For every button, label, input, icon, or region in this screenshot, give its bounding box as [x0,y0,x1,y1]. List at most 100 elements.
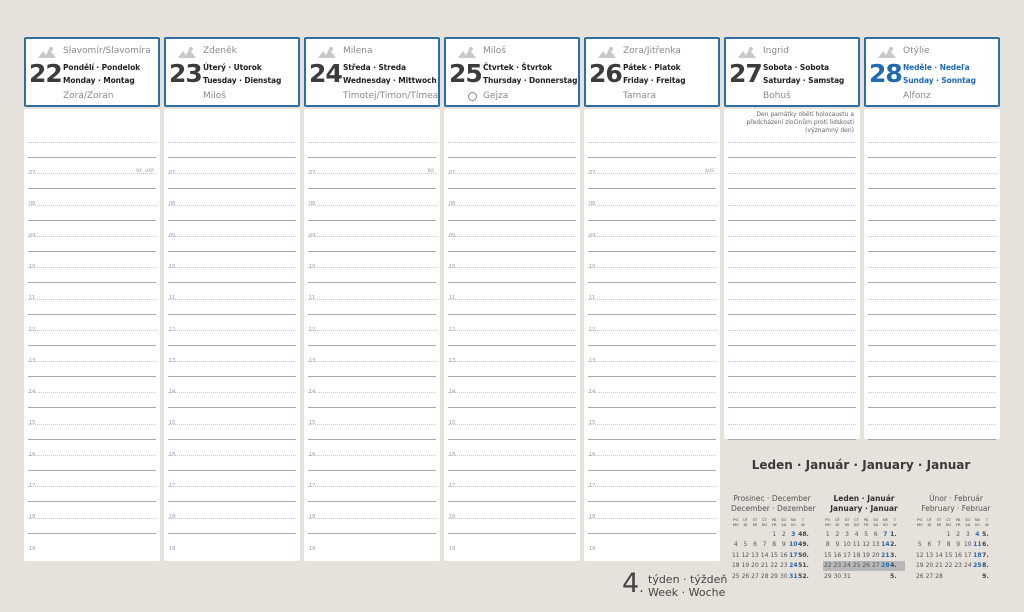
weekday-en-de: Friday · Freitag [623,76,686,85]
half-hour-line [308,361,436,362]
half-hour-line [308,299,436,300]
half-hour-line [728,424,856,425]
date-cell: 22 [770,562,778,570]
hour-line [308,439,436,440]
weekday-heads: PO MO ÚT DI ST MI ČT DO PÁ FR SO SA NE SO T W [823,518,905,529]
day-notes-area[interactable] [864,109,1000,440]
date-cell: 9 [781,541,786,549]
calendar-week: 22 23 24 25 26 27 28 4. [823,560,905,571]
hour-line [728,345,856,346]
hour-line [588,501,716,502]
day-notes-area[interactable]: 07 08 09 10 11 12 13 14 15 16 17 18 19 AUS [584,109,720,561]
week-number-cell: 6. [982,541,989,549]
weekday-head-top: NE [790,518,796,522]
date-cell: 28 [760,572,769,580]
date-cell: 6 [873,530,878,538]
weekday-head-top: ÚT [926,518,932,522]
hour-line [588,157,716,158]
date-cell: 9 [956,541,961,549]
date-cell: 20 [751,562,759,570]
day-notes-area[interactable]: 07 08 09 10 11 12 13 14 15 16 17 18 19 NF, UKP [24,109,160,561]
half-hour-line [308,173,436,174]
date-cell: 19 [862,551,870,559]
half-hour-line [28,392,156,393]
weekday-head: NE SO [789,518,799,529]
weekday-head-top: T [893,518,897,522]
hour-label: 11 [169,295,176,301]
week-label: týden · týždeň Week · Woche [648,573,727,599]
weekday-head-top: PÁ [863,518,869,522]
hour-line [168,282,296,283]
half-hour-line [868,267,996,268]
date-cell: 13 [751,551,759,559]
weekday-head: ST MI [750,518,760,529]
name-day-sk: Miloš [203,91,226,101]
hour-line [588,407,716,408]
hour-line [728,407,856,408]
half-hour-line [28,267,156,268]
weekday-head: PÁ FR [861,518,871,529]
hour-line [448,314,576,315]
half-hour-line [28,299,156,300]
weekday-head: PÁ FR [769,518,779,529]
date-cell: 7 [883,530,888,538]
half-hour-line [448,455,576,456]
half-hour-line [28,518,156,519]
half-hour-line [588,518,716,519]
date-cell: 11 [852,541,861,549]
date-cell: 29 [770,572,778,580]
date-cell: 11 [973,541,982,549]
hour-line [168,376,296,377]
weekday-head-bottom: MO [732,522,739,527]
half-hour-line [588,392,716,393]
half-hour-line [308,486,436,487]
weekday-head-top: SO [873,518,879,522]
date-cell: 10 [843,541,851,549]
name-day-cz: Milena [343,46,373,56]
weekday-en-de: Sunday · Sonntag [903,76,976,85]
hour-line [868,251,996,252]
weekday-head: ÚT DI [833,518,843,529]
name-day-sk: Tamara [623,91,657,101]
hour-line [588,470,716,471]
half-hour-line [868,424,996,425]
hour-line [308,220,436,221]
day-notes-area[interactable]: Den památky obětí holocaustu a předcháze… [724,109,860,440]
day-header: 24 Milena Středa · Streda Wednesday · Mittw… [304,37,440,107]
day-notes-area[interactable]: 07 08 09 10 11 12 13 14 15 16 17 18 19 [164,109,300,561]
half-hour-line [868,173,996,174]
date-cell: 31 [789,572,798,580]
half-hour-line [168,330,296,331]
hour-line [168,188,296,189]
date-cell: 1 [946,530,951,538]
weekday-head-bottom: DO [853,522,860,527]
hour-line [448,188,576,189]
hour-line [728,439,856,440]
half-hour-line [28,455,156,456]
date-cell: 25 [731,572,740,580]
date-cell: 5 [917,541,922,549]
name-day-sk: Zora/Zoran [63,91,114,101]
day-notes-area[interactable]: 07 08 09 10 11 12 13 14 15 16 17 18 19 [444,109,580,561]
day-number: 25 [449,59,483,88]
hour-line [308,407,436,408]
day-number: 22 [29,59,63,88]
weekday-cz-sk: Neděle · Nedeľa [903,63,970,72]
half-hour-line [728,267,856,268]
half-hour-line [588,299,716,300]
half-hour-line [168,267,296,268]
hour-line [728,282,856,283]
hour-line [168,314,296,315]
day-notes-area[interactable]: 07 08 09 10 11 12 13 14 15 16 17 18 19 BO [304,109,440,561]
date-cell: 2 [835,530,840,538]
date-cell: 25 [852,562,861,570]
weekday-head-bottom: FR [863,522,869,527]
calendar-title: Prosinec · December [733,494,811,503]
weekday-head-bottom: DO [945,522,952,527]
half-hour-line [588,361,716,362]
holiday-code: BO [427,169,434,174]
weekday-head-bottom: W [801,522,805,527]
date-cell: 27 [751,572,759,580]
date-cell: 22 [944,562,953,570]
half-hour-line [28,142,156,143]
